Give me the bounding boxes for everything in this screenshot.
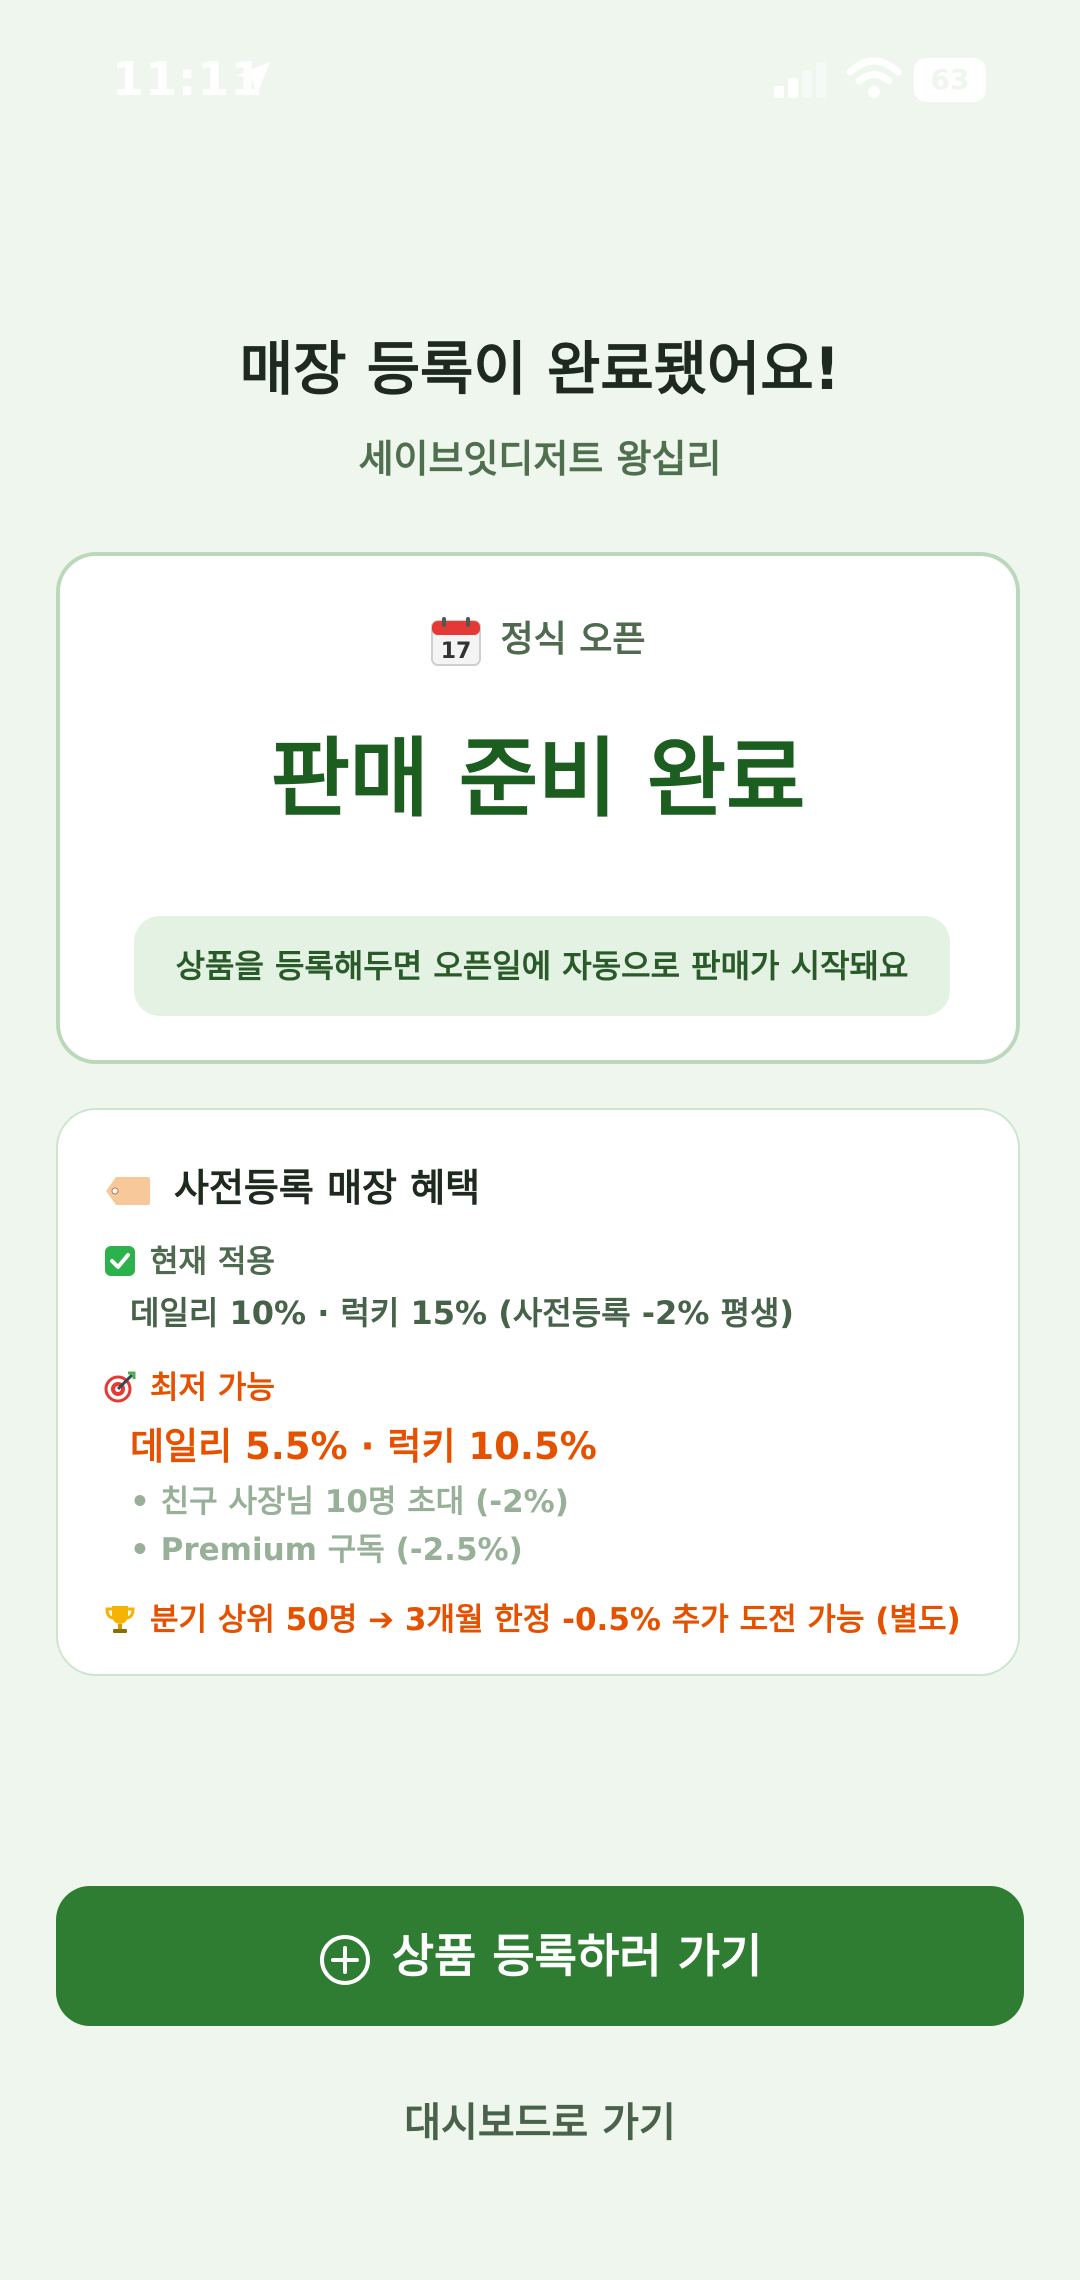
best-label: 최저 가능 <box>150 1370 275 1406</box>
benefits-card: 사전등록 매장 혜택 현재 적용 데일리 10% · 럭키 15% (사전등록 … <box>56 1108 1020 1676</box>
sale-status: 판매 준비 완료 <box>270 729 806 829</box>
condition-invite-friends: • 친구 사장님 10명 초대 (-2%) <box>130 1484 569 1520</box>
location-arrow-icon <box>237 61 271 95</box>
page-title: 매장 등록이 완료됐어요! <box>239 335 841 403</box>
go-dashboard-link[interactable]: 대시보드로 가기 <box>0 2090 1080 2148</box>
benefits-header: 사전등록 매장 혜택 <box>104 1160 480 1216</box>
cellular-signal-icon <box>774 62 826 98</box>
applied-label: 현재 적용 <box>150 1244 275 1280</box>
status-bar: 11:11 63 <box>0 0 1080 160</box>
open-label: 정식 오픈 <box>500 619 646 660</box>
open-status-card: 17 정식 오픈 판매 준비 완료 상품을 등록해두면 오픈일에 자동으로 판매… <box>56 552 1020 1064</box>
register-product-button[interactable]: 상품 등록하러 가기 <box>56 1886 1024 2026</box>
price-tag-icon <box>106 1176 150 1205</box>
check-mark-icon <box>105 1246 135 1276</box>
open-label-row: 17 정식 오픈 <box>60 610 1016 667</box>
bonus-text: 분기 상위 50명 ➔ 3개월 한정 -0.5% 추가 도전 가능 (별도) <box>150 1602 961 1638</box>
plus-circle-icon <box>319 1934 370 1985</box>
svg-text:17: 17 <box>441 639 472 664</box>
applied-label-row: 현재 적용 <box>104 1236 275 1281</box>
applied-rates: 데일리 10% · 럭키 15% (사전등록 -2% 평생) <box>130 1294 795 1332</box>
wifi-icon <box>846 57 902 98</box>
battery-level: 63 <box>930 63 970 96</box>
battery-icon: 63 <box>914 58 986 102</box>
best-rates: 데일리 5.5% · 럭키 10.5% <box>130 1425 597 1468</box>
target-icon <box>104 1371 136 1403</box>
calendar-icon: 17 <box>431 617 482 666</box>
register-product-label: 상품 등록하러 가기 <box>391 1929 763 1983</box>
benefits-title: 사전등록 매장 혜택 <box>174 1166 481 1210</box>
store-name: 세이브잇디저트 왕십리 <box>358 437 722 481</box>
bonus-row: 분기 상위 50명 ➔ 3개월 한정 -0.5% 추가 도전 가능 (별도) <box>104 1594 961 1639</box>
auto-sale-notice: 상품을 등록해두면 오픈일에 자동으로 판매가 시작돼요 <box>134 916 950 1016</box>
condition-premium: • Premium 구독 (-2.5%) <box>130 1532 523 1568</box>
best-label-row: 최저 가능 <box>104 1362 275 1407</box>
trophy-icon <box>105 1606 135 1633</box>
